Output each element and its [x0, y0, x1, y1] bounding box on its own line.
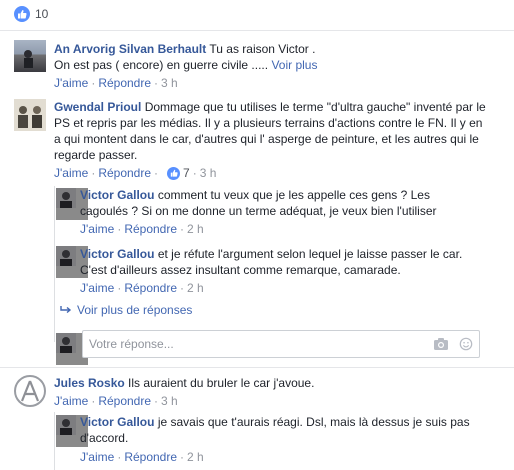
comment-text: regarde passer.: [54, 148, 138, 162]
comment-text: a qui montent dans le car, d'autres qui …: [54, 132, 479, 146]
comment-text: On est pas ( encore) en guerre civile ..…: [54, 58, 269, 72]
emoji-icon[interactable]: [458, 337, 474, 351]
divider: [0, 367, 514, 368]
like-button[interactable]: J'aime: [54, 393, 88, 409]
reply-author[interactable]: Victor Gallou: [80, 415, 154, 429]
camera-icon[interactable]: [433, 337, 449, 351]
reaction-count: 7: [183, 166, 190, 180]
reaction-badge[interactable]: 7: [167, 165, 190, 181]
like-icon: [167, 166, 181, 180]
reply-button[interactable]: Répondre: [98, 75, 151, 91]
reply-text: je savais que t'aurais réagi. Dsl, mais …: [157, 415, 470, 429]
reply-input[interactable]: [89, 337, 429, 351]
comment-body: Gwendal Prioul Dommage que tu utilises l…: [54, 99, 509, 163]
like-button[interactable]: J'aime: [80, 449, 114, 465]
avatar[interactable]: [14, 375, 46, 407]
timestamp[interactable]: 3 h: [200, 165, 217, 181]
comment-actions: J'aime · Répondre · 7 · 3 h: [54, 165, 217, 181]
comment-body: Jules Rosko Ils auraient du bruler le ca…: [54, 375, 504, 391]
comment-text: PS et repris par les médias. Il y a plus…: [54, 116, 483, 130]
comment-author[interactable]: Gwendal Prioul: [54, 100, 141, 114]
reply-body: Victor Gallou je savais que t'aurais réa…: [80, 414, 505, 446]
more-replies-link[interactable]: Voir plus de réponses: [60, 302, 192, 318]
like-button[interactable]: J'aime: [54, 165, 88, 181]
reply-button[interactable]: Répondre: [98, 393, 151, 409]
reply-text: d'accord.: [80, 431, 129, 445]
comment-actions: J'aime · Répondre · 3 h: [54, 393, 178, 409]
comment-text: Dommage que tu utilises le terme "d'ultr…: [144, 100, 486, 114]
reply-arrow-icon: [60, 306, 72, 314]
reply-button[interactable]: Répondre: [124, 449, 177, 465]
comment-actions: J'aime · Répondre · 3 h: [54, 75, 178, 91]
thread-line: [54, 186, 55, 342]
comment-author[interactable]: An Arvorig Silvan Berhault: [54, 42, 206, 56]
see-more-link[interactable]: Voir plus: [271, 58, 317, 72]
comment-author[interactable]: Jules Rosko: [54, 376, 125, 390]
avatar[interactable]: [14, 40, 46, 72]
reply-author[interactable]: Victor Gallou: [80, 188, 154, 202]
timestamp[interactable]: 2 h: [187, 221, 204, 237]
reaction-count: 10: [35, 7, 49, 21]
comment-text: Ils auraient du bruler le car j'avoue.: [128, 376, 315, 390]
reply-composer[interactable]: [82, 330, 480, 358]
reply-text: C'est d'ailleurs assez insultant comme r…: [80, 263, 401, 277]
reply-body: Victor Gallou et je réfute l'argument se…: [80, 246, 505, 278]
timestamp[interactable]: 2 h: [187, 449, 204, 465]
timestamp[interactable]: 3 h: [161, 75, 178, 91]
like-button[interactable]: J'aime: [54, 75, 88, 91]
comment-body: An Arvorig Silvan Berhault Tu as raison …: [54, 41, 504, 73]
reaction-summary[interactable]: 10: [14, 3, 48, 25]
reply-text: et je réfute l'argument selon lequel je …: [157, 247, 463, 261]
divider: [0, 30, 514, 31]
reply-actions: J'aime · Répondre · 2 h: [80, 449, 204, 465]
reply-actions: J'aime · Répondre · 2 h: [80, 280, 204, 296]
timestamp[interactable]: 2 h: [187, 280, 204, 296]
thread-line: [54, 412, 55, 470]
reply-button[interactable]: Répondre: [98, 165, 151, 181]
more-replies-label: Voir plus de réponses: [77, 303, 193, 317]
reply-text: cagoulés ? Si on me donne un terme adéqu…: [80, 204, 437, 218]
comment-text: Tu as raison Victor .: [209, 42, 316, 56]
timestamp[interactable]: 3 h: [161, 393, 178, 409]
reply-actions: J'aime · Répondre · 2 h: [80, 221, 204, 237]
reply-button[interactable]: Répondre: [124, 280, 177, 296]
like-button[interactable]: J'aime: [80, 221, 114, 237]
reply-body: Victor Gallou comment tu veux que je les…: [80, 187, 505, 219]
reply-button[interactable]: Répondre: [124, 221, 177, 237]
reply-text: comment tu veux que je les appelle ces g…: [157, 188, 430, 202]
like-button[interactable]: J'aime: [80, 280, 114, 296]
anarchy-symbol-icon: [20, 380, 40, 402]
like-icon: [14, 6, 30, 22]
avatar[interactable]: [14, 99, 46, 131]
reply-author[interactable]: Victor Gallou: [80, 247, 154, 261]
